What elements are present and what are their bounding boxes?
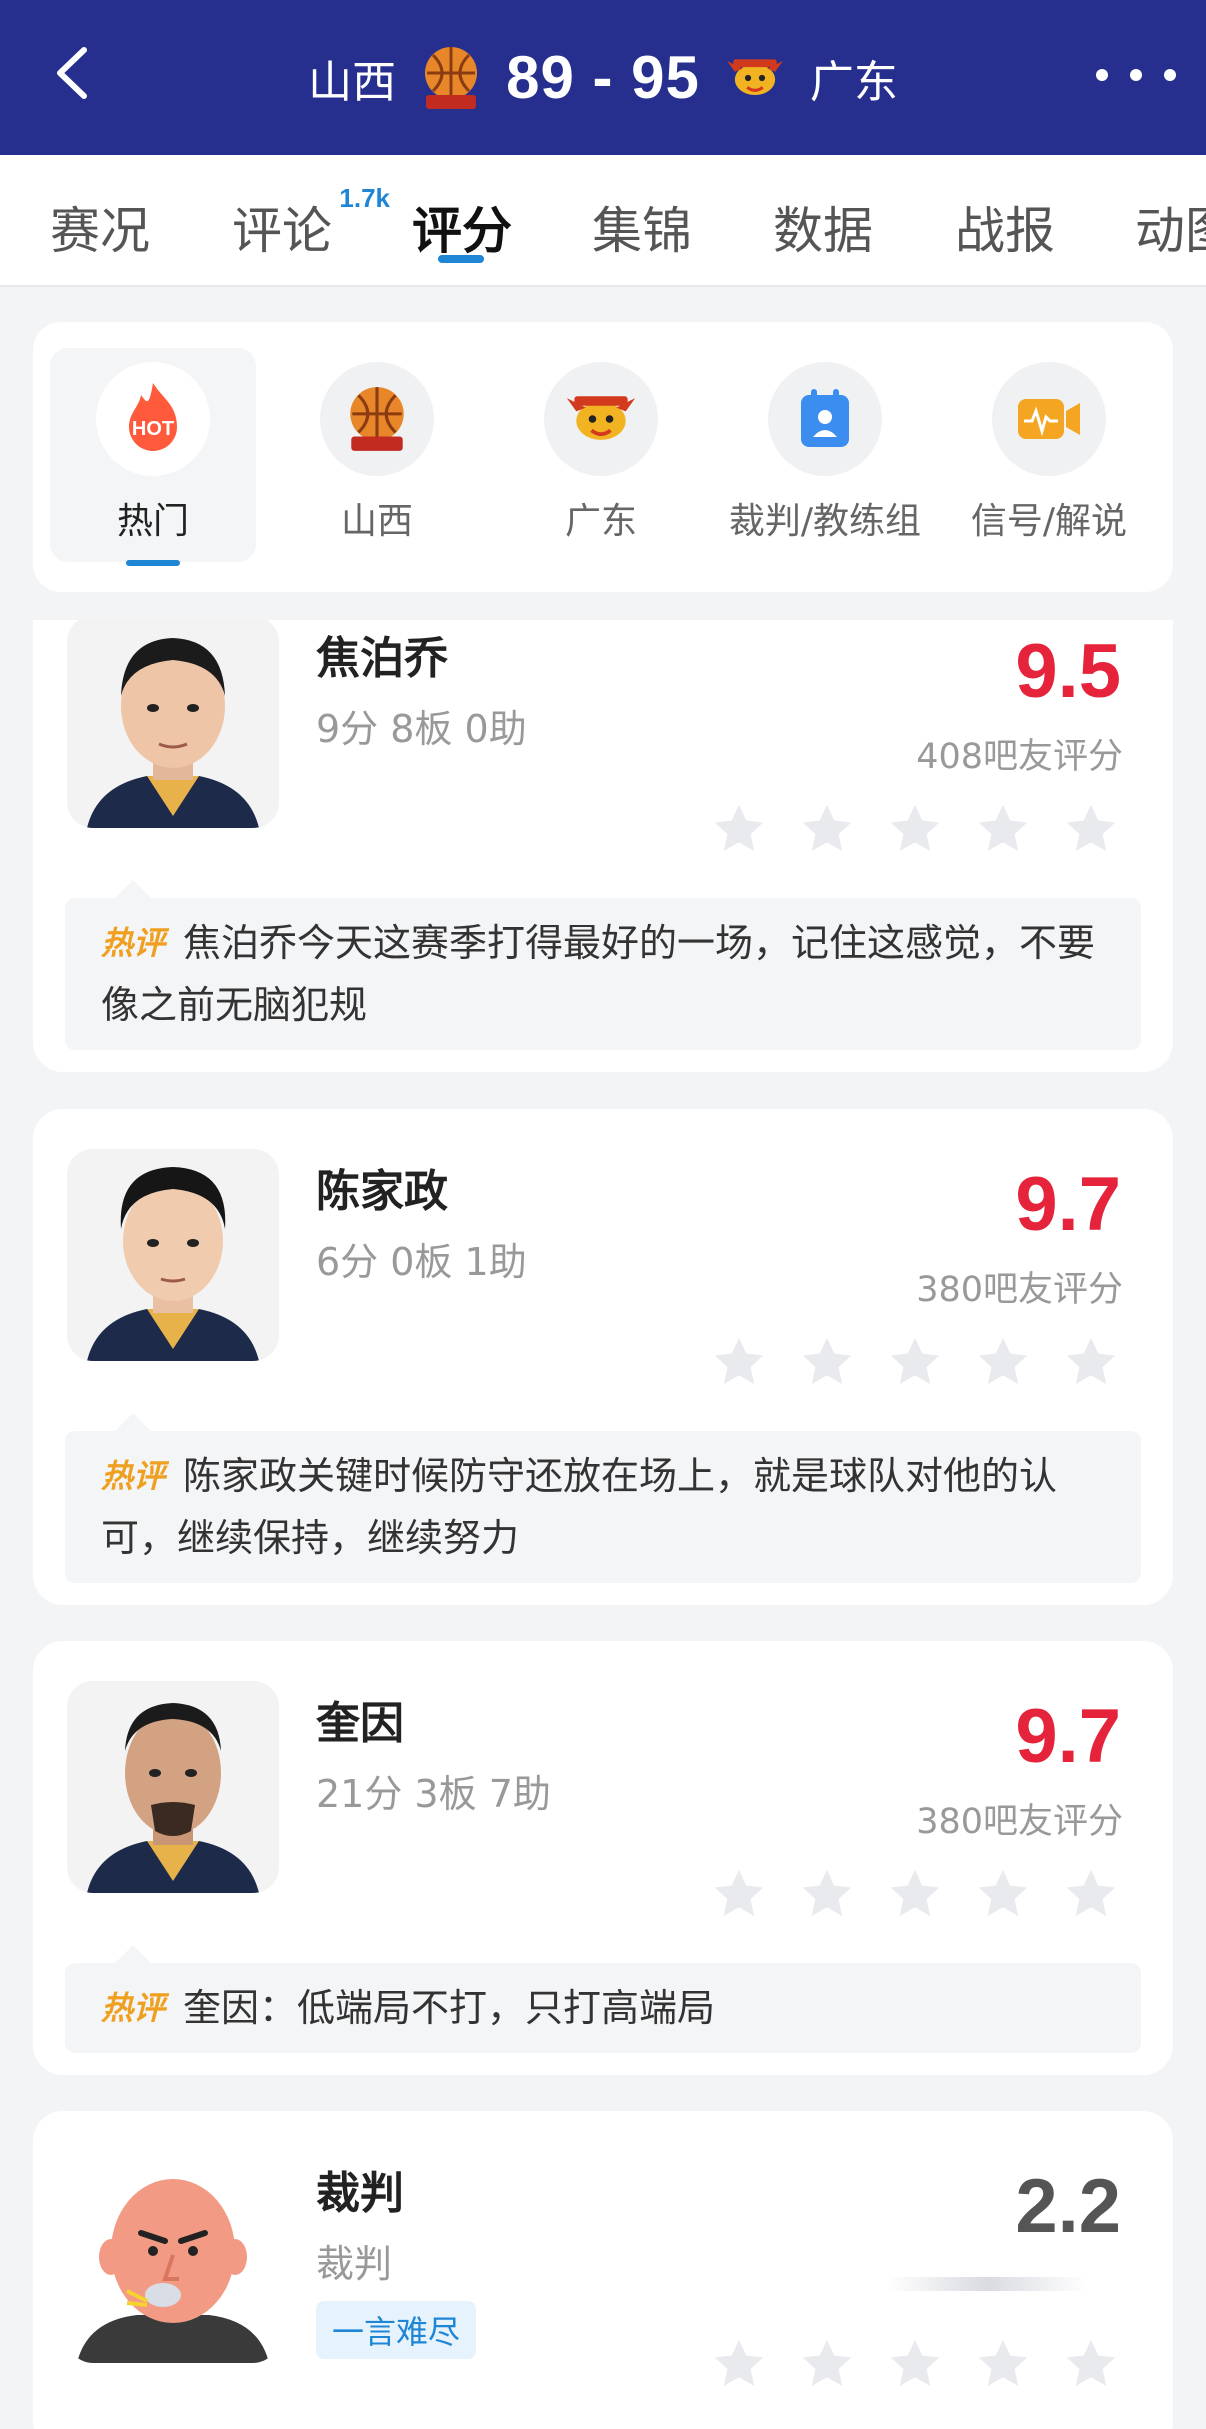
match-score: 89 - 95 <box>506 44 700 111</box>
star-icon[interactable] <box>709 2335 769 2393</box>
filter-referee-coach-label: 裁判/教练组 <box>728 501 922 542</box>
star-icon[interactable] <box>885 2335 945 2393</box>
star-icon[interactable] <box>797 1333 857 1391</box>
player-rating-card[interactable]: 陈家政 6分 0板 1助 9.7 380吧友评分 热评 陈家政关键时候防守还放在场… <box>33 1109 1173 1605</box>
average-rating: 2.2 <box>1015 2164 1121 2249</box>
rating-count: 380吧友评分 <box>916 1270 1123 1310</box>
tab-report[interactable]: 战报 <box>955 191 1055 263</box>
svg-text:HOT: HOT <box>132 418 174 440</box>
rating-count-placeholder <box>887 2277 1087 2291</box>
star-icon[interactable] <box>973 1333 1033 1391</box>
more-dots-icon <box>1096 69 1108 81</box>
star-icon[interactable] <box>709 1333 769 1391</box>
rating-filter-bar: HOT 热门 山西 广东 裁判/教练组 信号/解说 <box>33 322 1173 592</box>
shanxi-logo-icon[interactable] <box>420 43 482 113</box>
tab-gifs[interactable]: 动图 <box>1135 191 1206 263</box>
star-icon[interactable] <box>973 800 1033 858</box>
average-rating: 9.7 <box>1015 1162 1121 1247</box>
comment-count-badge: 1.7k <box>339 183 390 213</box>
star-icon[interactable] <box>973 1865 1033 1923</box>
hot-comment-text: 奎因：低端局不打，只打高端局 <box>183 1986 716 2030</box>
filter-hot[interactable]: HOT 热门 <box>50 348 256 566</box>
star-icon[interactable] <box>709 1865 769 1923</box>
filter-hot-label: 热门 <box>116 501 189 542</box>
average-rating: 9.7 <box>1015 1694 1121 1779</box>
star-icon[interactable] <box>885 1865 945 1923</box>
more-menu-button[interactable] <box>1096 50 1176 100</box>
filter-active-indicator <box>126 560 180 566</box>
player-avatar <box>67 620 279 828</box>
player-avatar <box>67 1681 279 1893</box>
player-rating-card[interactable]: 奎因 21分 3板 7助 9.7 380吧友评分 热评 奎因：低端局不打，只打高端… <box>33 1641 1173 2075</box>
match-header: 山西 89 - 95 广东 <box>0 0 1206 155</box>
hot-comment-tag: 热评 <box>101 924 166 962</box>
filter-referee-coach[interactable]: 裁判/教练组 <box>722 348 928 562</box>
referee-tag-badge: 一言难尽 <box>316 2301 477 2359</box>
filter-guangdong-label: 广东 <box>564 501 637 542</box>
star-icon[interactable] <box>973 2335 1033 2393</box>
tab-live[interactable]: 赛况 <box>50 191 150 263</box>
tab-ratings[interactable]: 评分 <box>412 191 512 263</box>
guangdong-logo-icon <box>544 362 658 476</box>
hot-comment-text: 焦泊乔今天这赛季打得最好的一场，记住这感觉，不要像之前无脑犯规 <box>101 921 1096 1027</box>
hot-fire-icon: HOT <box>96 362 210 476</box>
hot-comment-text: 陈家政关键时候防守还放在场上，就是球队对他的认可，继续保持，继续努力 <box>101 1454 1058 1560</box>
tab-bar: 赛况 评论 1.7k 评分 集锦 数据 战报 动图 <box>0 155 1206 287</box>
star-icon[interactable] <box>709 800 769 858</box>
filter-guangdong[interactable]: 广东 <box>498 348 704 562</box>
star-rating-input[interactable] <box>709 1333 1121 1391</box>
star-icon[interactable] <box>797 2335 857 2393</box>
player-avatar <box>67 1149 279 1361</box>
more-dot <box>1130 69 1142 81</box>
player-rating-card[interactable]: 焦泊乔 9分 8板 0助 9.5 408吧友评分 热评 焦泊乔今天这赛季打得最好的… <box>33 620 1173 1072</box>
hot-comment-tag: 热评 <box>101 1989 166 2027</box>
tab-highlights[interactable]: 集锦 <box>592 191 692 263</box>
hot-comment-tag: 热评 <box>101 1457 166 1495</box>
player-stat-line: 21分 3板 7助 <box>316 1772 551 1816</box>
tab-stats[interactable]: 数据 <box>773 191 873 263</box>
active-tab-indicator <box>438 255 484 263</box>
star-icon[interactable] <box>797 800 857 858</box>
star-icon[interactable] <box>1061 1865 1121 1923</box>
referee-name: 裁判 <box>316 2168 404 2219</box>
referee-rating-card[interactable]: 裁判 裁判 一言难尽 2.2 <box>33 2111 1173 2429</box>
filter-shanxi[interactable]: 山西 <box>274 348 480 562</box>
more-dot <box>1164 69 1176 81</box>
star-rating-input[interactable] <box>709 1865 1121 1923</box>
broadcast-icon <box>992 362 1106 476</box>
star-icon[interactable] <box>797 1865 857 1923</box>
hot-comment[interactable]: 热评 焦泊乔今天这赛季打得最好的一场，记住这感觉，不要像之前无脑犯规 <box>65 880 1141 1050</box>
away-team-name: 广东 <box>809 56 898 108</box>
player-stat-line: 6分 0板 1助 <box>316 1240 527 1284</box>
referee-role: 裁判 <box>316 2242 393 2286</box>
hot-comment[interactable]: 热评 奎因：低端局不打，只打高端局 <box>65 1945 1141 2053</box>
star-icon[interactable] <box>1061 1333 1121 1391</box>
scoreboard: 山西 89 - 95 广东 <box>0 0 1206 155</box>
guangdong-logo-icon[interactable] <box>724 43 786 113</box>
player-name: 焦泊乔 <box>316 633 448 684</box>
home-team-name: 山西 <box>308 56 397 108</box>
tab-comments-label: 评论 <box>232 202 332 260</box>
filter-broadcast[interactable]: 信号/解说 <box>946 348 1152 562</box>
star-icon[interactable] <box>885 1333 945 1391</box>
filter-shanxi-label: 山西 <box>340 501 413 542</box>
player-name: 陈家政 <box>316 1166 448 1217</box>
star-icon[interactable] <box>1061 800 1121 858</box>
filter-broadcast-label: 信号/解说 <box>970 501 1128 542</box>
rating-count: 380吧友评分 <box>916 1802 1123 1842</box>
player-name: 奎因 <box>316 1698 404 1749</box>
referee-badge-icon <box>768 362 882 476</box>
star-icon[interactable] <box>885 800 945 858</box>
average-rating: 9.5 <box>1015 629 1121 714</box>
shanxi-logo-icon <box>320 362 434 476</box>
player-stat-line: 9分 8板 0助 <box>316 707 527 751</box>
tab-comments[interactable]: 评论 1.7k <box>232 183 390 263</box>
hot-comment[interactable]: 热评 陈家政关键时候防守还放在场上，就是球队对他的认可，继续保持，继续努力 <box>65 1413 1141 1583</box>
star-rating-input[interactable] <box>709 800 1121 858</box>
referee-avatar <box>67 2151 279 2363</box>
star-icon[interactable] <box>1061 2335 1121 2393</box>
star-rating-input[interactable] <box>709 2335 1121 2393</box>
rating-count: 408吧友评分 <box>916 737 1123 777</box>
